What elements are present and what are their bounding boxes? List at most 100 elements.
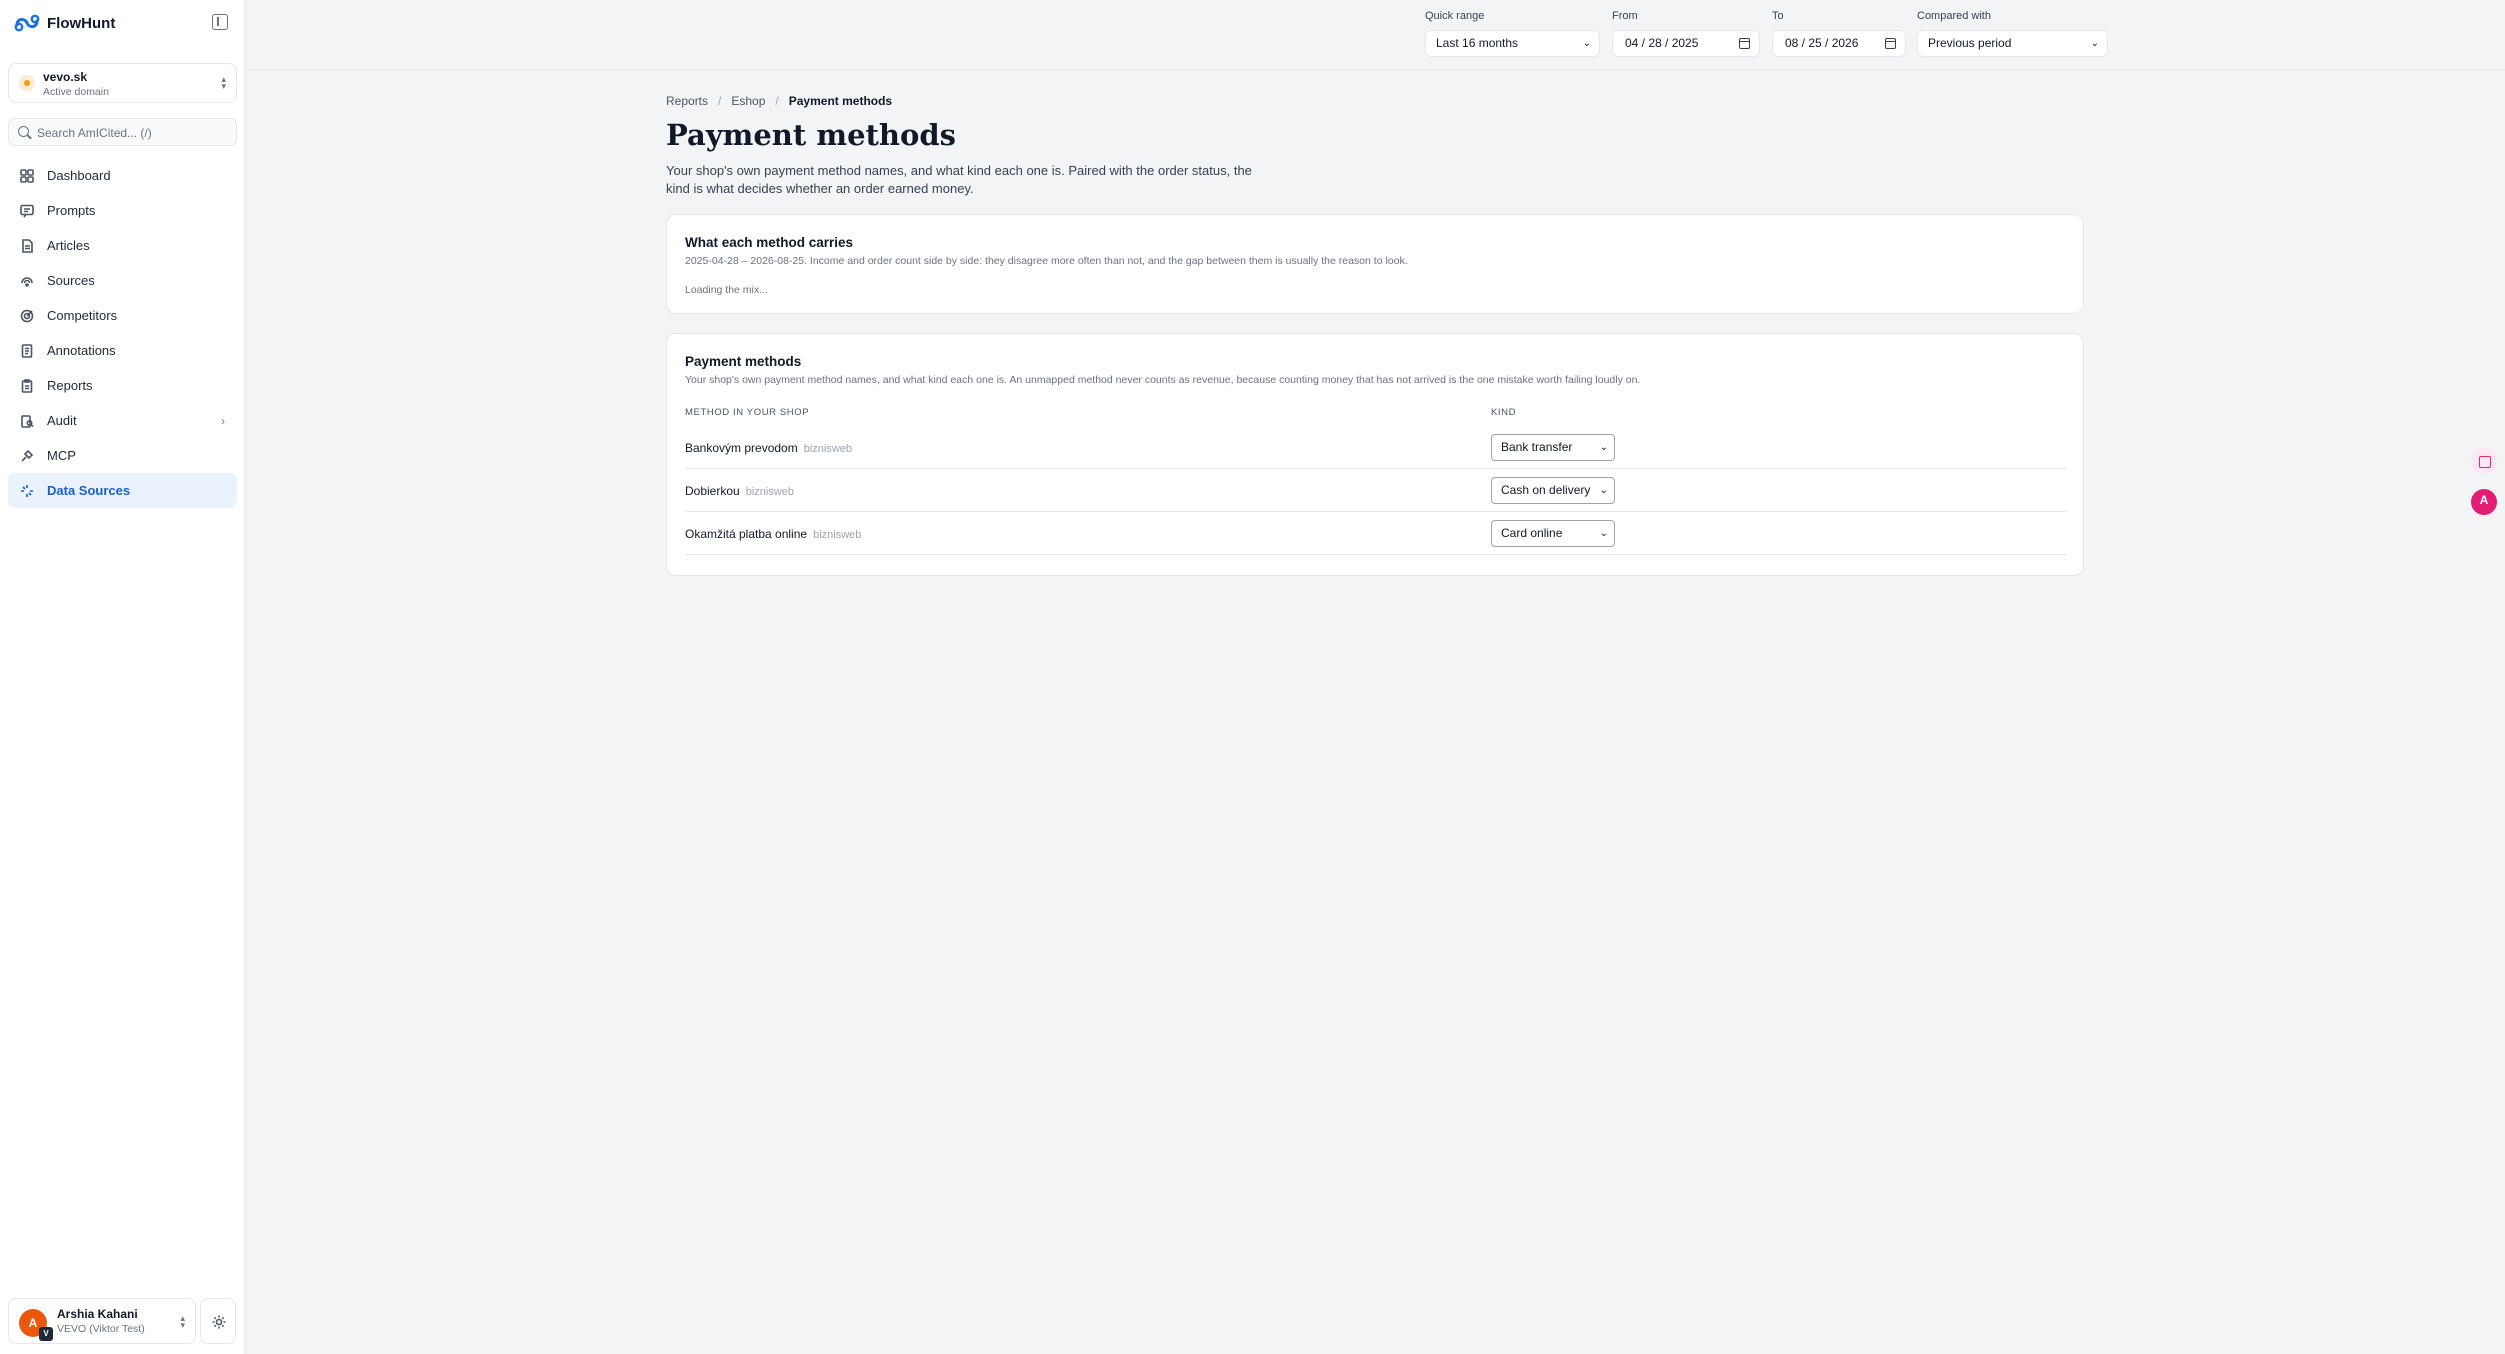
domain-icon [19,75,35,91]
chevron-down-icon: ⌄ [1599,528,1608,539]
competitors-icon [20,309,34,323]
sidebar-item-sources[interactable]: Sources [8,263,237,298]
kind-value: Bank transfer [1501,440,1573,454]
kind-select[interactable]: Card online ⌄ [1491,520,1615,547]
card-subtitle: 2025-04-28 – 2026-08-25. Income and orde… [685,255,1408,267]
from-label: From [1612,10,1638,22]
card-title: What each method carries [685,235,854,250]
sidebar-item-label: MCP [47,448,76,463]
chevron-up-down-icon: ▴ ▾ [221,74,226,91]
reports-icon [20,378,34,393]
user-org: VEVO (Viktor Test) [57,1323,145,1335]
sidebar-nav: Dashboard Prompts Articles Sources Compe… [8,158,237,508]
from-date-input[interactable]: 04 / 28 / 2025 [1612,30,1760,57]
quick-range-value: Last 16 months [1436,36,1519,50]
articles-icon [20,238,34,253]
screenshot-tool-icon[interactable] [2471,448,2497,474]
sidebar-item-dashboard[interactable]: Dashboard [8,158,237,193]
sidebar-item-label: Prompts [47,203,96,218]
method-name: Okamžitá platba online [685,527,808,541]
card-title: Payment methods [685,354,802,369]
sidebar-item-label: Articles [47,238,90,253]
method-mix-card: What each method carries 2025-04-28 – 20… [666,214,2084,314]
breadcrumb-separator: / [775,94,779,108]
chevron-down-icon: ⌄ [2090,38,2099,49]
chevron-up-down-icon: ▴ ▾ [180,1313,185,1330]
sidebar-item-label: Annotations [47,343,116,358]
to-date-input[interactable]: 08 / 25 / 2026 [1772,30,1906,57]
kind-select[interactable]: Cash on delivery ⌄ [1491,477,1615,504]
brand-name: FlowHunt [47,14,116,32]
brand[interactable]: FlowHunt [14,12,115,34]
mcp-icon [20,449,34,463]
kind-value: Cash on delivery [1501,483,1591,497]
quick-range-select[interactable]: Last 16 months ⌄ [1425,30,1600,57]
table-row: Dobierkou biznisweb Cash on delivery ⌄ [685,469,2067,512]
calendar-icon[interactable] [1739,38,1750,49]
org-badge: V [39,1327,53,1341]
sidebar: FlowHunt vevo.sk Active domain ▴ ▾ Search… [0,0,245,1354]
to-label: To [1772,10,1784,22]
sources-icon [20,274,34,288]
dashboard-icon [20,168,34,183]
breadcrumb-separator: / [718,94,722,108]
method-name: Dobierkou [685,484,740,498]
domain-switcher[interactable]: vevo.sk Active domain ▴ ▾ [8,63,237,103]
page-description: Your shop's own payment method names, an… [666,163,1252,196]
method-name-cell: Bankovým prevodom biznisweb [685,441,852,455]
kind-value: Card online [1501,526,1563,540]
column-header-method: METHOD IN YOUR SHOP [685,407,810,418]
table-row: Okamžitá platba online biznisweb Card onl… [685,512,2067,555]
user-menu[interactable]: A V Arshia Kahani VEVO (Viktor Test) ▴ ▾ [8,1298,196,1344]
breadcrumb-eshop[interactable]: Eshop [731,94,765,108]
method-source: biznisweb [803,443,853,455]
data-sources-icon [20,484,34,498]
sidebar-item-articles[interactable]: Articles [8,228,237,263]
sidebar-item-data-sources[interactable]: Data Sources [8,473,237,508]
translate-icon[interactable]: A [2471,489,2497,515]
chevron-down-icon: ⌄ [1599,485,1608,496]
flowhunt-logo-icon [14,14,40,32]
compared-with-label: Compared with [1917,10,1991,22]
breadcrumb: Reports / Eshop / Payment methods [666,94,892,108]
collapse-sidebar-icon[interactable] [212,14,228,30]
search-input[interactable]: Search AmICited... (/) [8,118,237,146]
compared-with-select[interactable]: Previous period ⌄ [1917,30,2108,57]
sidebar-item-competitors[interactable]: Competitors [8,298,237,333]
sidebar-item-label: Sources [47,273,95,288]
method-name: Bankovým prevodom [685,441,798,455]
annotations-icon [20,343,34,358]
chevron-down-icon: ⌄ [1599,442,1608,453]
audit-icon [20,414,34,428]
domain-name: vevo.sk [43,70,88,84]
sidebar-item-label: Competitors [47,308,118,323]
chevron-down-icon: ⌄ [1582,38,1591,49]
sidebar-item-audit[interactable]: Audit › [8,403,237,438]
sidebar-item-reports[interactable]: Reports [8,368,237,403]
calendar-icon[interactable] [1885,38,1896,49]
sidebar-item-label: Reports [47,378,93,393]
domain-status: Active domain [43,86,109,98]
column-header-kind: KIND [1491,407,1517,418]
sidebar-item-prompts[interactable]: Prompts [8,193,237,228]
payment-methods-card: Payment methods Your shop's own payment … [666,333,2084,576]
method-source: biznisweb [813,529,862,541]
prompts-icon [20,204,34,218]
breadcrumb-current: Payment methods [788,94,893,108]
method-name-cell: Okamžitá platba online biznisweb [685,527,861,541]
from-date-value: 04 / 28 / 2025 [1625,36,1699,50]
sidebar-item-annotations[interactable]: Annotations [8,333,237,368]
breadcrumb-reports[interactable]: Reports [666,94,708,108]
card-subtitle: Your shop's own payment method names, an… [685,374,1641,386]
page-title: Payment methods [666,118,956,152]
kind-select[interactable]: Bank transfer ⌄ [1491,434,1615,461]
sidebar-item-mcp[interactable]: MCP [8,438,237,473]
chevron-right-icon: › [221,414,225,428]
top-filter-bar: Quick range Last 16 months ⌄ From 04 / 2… [246,0,2505,70]
user-name: Arshia Kahani [57,1307,138,1321]
search-placeholder: Search AmICited... (/) [37,126,152,140]
compared-with-value: Previous period [1928,36,2012,50]
sidebar-item-label: Audit [47,413,77,428]
sidebar-item-label: Dashboard [47,168,111,183]
settings-button[interactable] [200,1298,236,1344]
